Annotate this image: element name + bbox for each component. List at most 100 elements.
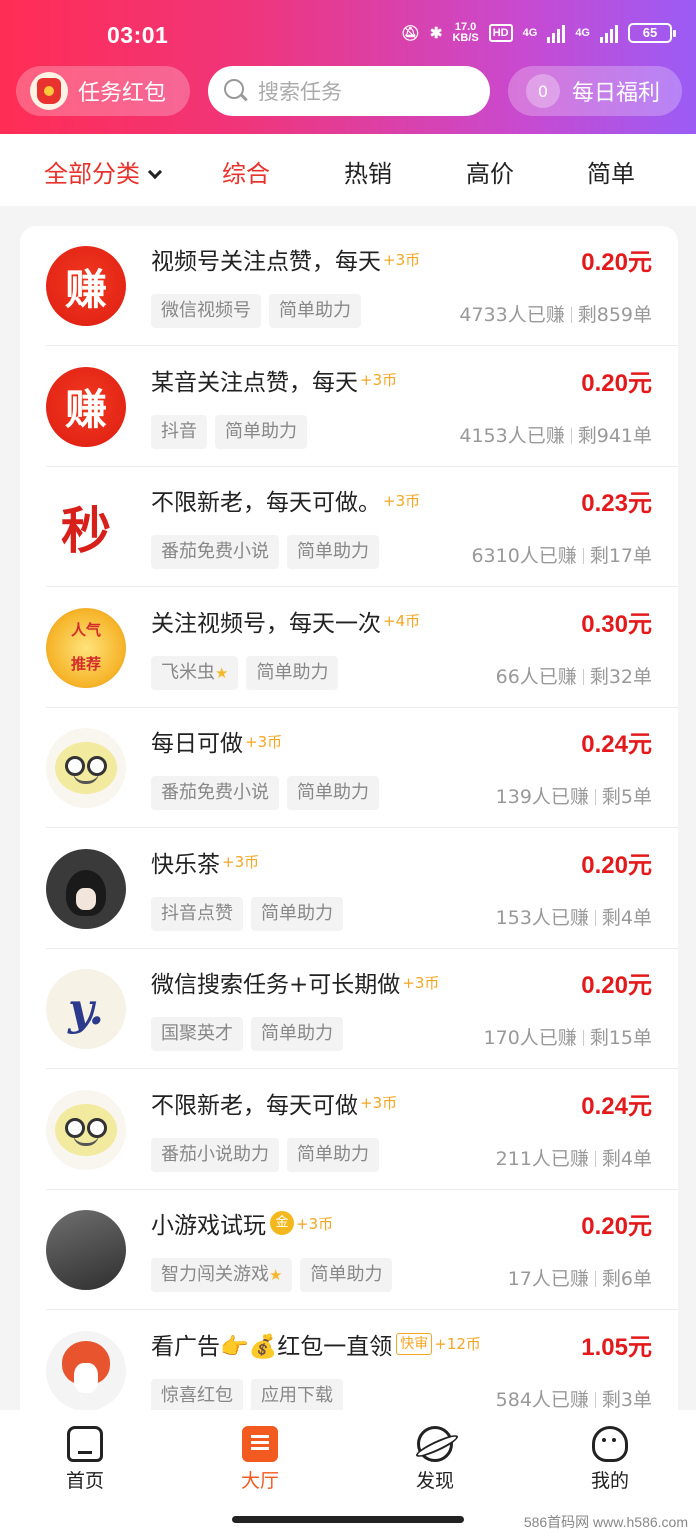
task-tag: 智力闯关游戏★: [151, 1258, 293, 1292]
task-item[interactable]: 每日可做 +3币 0.24元 番茄免费小说 简单助力 139人已赚 剩5单: [20, 708, 678, 828]
task-coin-reward: +3币: [296, 1214, 334, 1233]
task-title-text: 关注视频号，每天一次: [151, 610, 381, 637]
task-item[interactable]: 快乐茶 +3币 0.20元 抖音点赞 简单助力 153人已赚 剩4单: [20, 829, 678, 949]
task-tag: 番茄免费小说: [151, 776, 279, 810]
task-coin-reward: +3币: [245, 732, 283, 751]
nav-me[interactable]: 我的: [550, 1426, 670, 1493]
task-avatar: [46, 1330, 126, 1411]
smiley-face-icon: [55, 1103, 117, 1156]
daily-welfare-label: 每日福利: [572, 81, 661, 106]
hall-icon: [242, 1426, 278, 1462]
task-item[interactable]: 不限新老，每天可做 +3币 0.24元 番茄小说助力 简单助力 211人已赚 剩4单: [20, 1070, 678, 1190]
task-price: 0.30元: [581, 610, 652, 638]
task-tag: 简单助力: [251, 896, 343, 931]
task-title-text: 视频号关注点赞，每天: [151, 249, 381, 275]
task-item[interactable]: 人气 推荐 关注视频号，每天一次 +4币 0.30元 飞米虫★ 简单助力 66人已赚 剩32单: [20, 588, 678, 708]
gold-coin-icon: 金: [270, 1211, 294, 1235]
task-coin-reward: +3币: [383, 250, 421, 269]
task-price: 0.23元: [581, 490, 652, 517]
task-title: 看广告👉💰红包一直领 快审 +12币: [151, 1327, 481, 1361]
task-coin-reward: +12币: [434, 1335, 481, 1353]
task-price: 0.20元: [581, 972, 652, 999]
task-price: 1.05元: [581, 1333, 652, 1361]
task-earned-count: 211人已赚: [495, 1147, 589, 1170]
task-earned-count: 139人已赚: [495, 786, 589, 808]
task-item[interactable]: 赚某音关注点赞，每天 +3币 0.20元 抖音 简单助力 4153人已赚 剩941单: [20, 347, 678, 467]
task-stats: 153人已赚 剩4单: [496, 903, 652, 930]
task-tags: 飞米虫★ 简单助力: [151, 655, 339, 690]
task-avatar: y.: [46, 969, 126, 1049]
chevron-down-icon: [147, 164, 163, 180]
task-item[interactable]: 小游戏试玩金 +3币 0.20元 智力闯关游戏★ 简单助力 17人已赚 剩6单: [20, 1190, 678, 1310]
task-tag: 番茄免费小说: [151, 535, 279, 569]
search-placeholder: 搜索任务: [258, 80, 342, 104]
task-remaining: 剩5单: [601, 786, 652, 808]
task-title-text: 看广告👉💰红包一直领: [151, 1333, 393, 1360]
task-coin-reward: +3币: [360, 1094, 398, 1112]
tab-simple[interactable]: 简单: [587, 154, 635, 189]
nav-home[interactable]: 首页: [25, 1426, 145, 1493]
welfare-count-badge: 0: [526, 74, 560, 108]
task-tag: 简单助力: [287, 1137, 379, 1172]
task-tag: 简单助力: [246, 655, 339, 690]
task-redpacket-button[interactable]: 任务红包: [16, 66, 190, 116]
task-avatar: [46, 1089, 126, 1170]
task-earned-count: 17人已赚: [507, 1268, 589, 1290]
task-stats: 66人已赚 剩32单: [496, 662, 652, 689]
task-tags: 抖音 简单助力: [151, 414, 307, 449]
nav-discover[interactable]: 发现: [375, 1426, 495, 1493]
task-item[interactable]: 赚视频号关注点赞，每天 +3币 0.20元 微信视频号 简单助力 4733人已赚 剩859单: [20, 226, 678, 346]
task-avatar: 秒: [46, 487, 126, 567]
task-avatar: 赚: [46, 246, 126, 326]
task-item[interactable]: y. 微信搜索任务+可长期做 +3币 0.20元 国聚英才 简单助力 170人已赚 剩15单: [20, 949, 678, 1069]
status-time: 03:01: [107, 22, 169, 48]
task-remaining: 剩32单: [589, 665, 652, 688]
signal-icon-2: [600, 23, 618, 43]
signal-icon: [547, 23, 566, 43]
task-tag: 简单助力: [269, 294, 361, 328]
search-input[interactable]: 搜索任务: [208, 66, 490, 116]
task-title-text: 快乐茶: [151, 851, 220, 878]
task-price: 0.20元: [581, 249, 652, 276]
task-tag: 惊喜红包: [151, 1378, 243, 1413]
star-icon: ★: [269, 1266, 283, 1284]
task-tags: 微信视频号 简单助力: [151, 294, 361, 328]
task-title-text: 不限新老，每天可做。: [151, 490, 381, 516]
fox-mascot-icon: [60, 1340, 112, 1401]
task-tag: 简单助力: [251, 1017, 343, 1051]
task-title-text: 每日可做: [151, 731, 243, 757]
daily-welfare-button[interactable]: 0 每日福利: [508, 66, 682, 116]
search-icon: [224, 79, 248, 103]
task-title: 不限新老，每天可做 +3币: [151, 1086, 397, 1120]
home-indicator[interactable]: [232, 1516, 464, 1523]
character-avatar-icon: [66, 869, 106, 916]
all-categories-dropdown[interactable]: 全部分类: [44, 154, 163, 189]
task-tags: 番茄小说助力 简单助力: [151, 1137, 379, 1172]
nav-hall[interactable]: 大厅: [200, 1426, 320, 1493]
task-tag: 飞米虫★: [151, 655, 239, 690]
task-remaining: 剩4单: [601, 1147, 652, 1170]
task-tag: 简单助力: [300, 1258, 393, 1292]
task-item[interactable]: 看广告👉💰红包一直领 快审 +12币 1.05元惊喜红包 应用下载 584人已赚 剩3单: [20, 1311, 678, 1427]
status-icons: 🔕︎ ✱ 17.0 KB/S HD 4G 4G 65: [401, 22, 676, 44]
bluetooth-icon: ✱: [429, 25, 443, 42]
task-stats: 170人已赚 剩15单: [484, 1023, 652, 1050]
task-item[interactable]: 秒不限新老，每天可做。 +3币 0.23元 番茄免费小说 简单助力 6310人已赚 剩17单: [20, 467, 678, 587]
task-price: 0.24元: [581, 731, 652, 758]
task-tag: 应用下载: [251, 1378, 343, 1413]
task-avatar: 赚: [46, 366, 126, 447]
task-tag: 简单助力: [215, 414, 307, 449]
task-price: 0.20元: [581, 1213, 652, 1240]
task-title: 快乐茶 +3币: [151, 845, 259, 879]
task-title: 关注视频号，每天一次 +4币: [151, 604, 420, 638]
header: 03:01 🔕︎ ✱ 17.0 KB/S HD 4G 4G 65 任务红包 搜索任…: [0, 0, 696, 134]
task-stats: 584人已赚 剩3单: [496, 1385, 652, 1412]
tab-high-price[interactable]: 高价: [466, 154, 514, 189]
task-avatar: [46, 728, 126, 808]
tab-hot[interactable]: 热销: [344, 154, 392, 189]
task-earned-count: 4733人已赚: [459, 304, 565, 326]
fast-review-badge: 快审: [396, 1332, 433, 1355]
task-earned-count: 6310人已赚: [471, 545, 577, 567]
tab-comprehensive[interactable]: 综合: [222, 154, 270, 189]
task-tags: 番茄免费小说 简单助力: [151, 535, 379, 569]
